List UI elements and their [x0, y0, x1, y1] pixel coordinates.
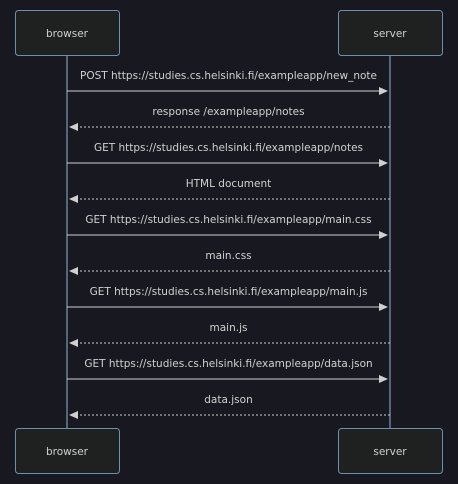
message-label: main.js — [210, 322, 248, 334]
arrowhead-icon — [379, 231, 388, 239]
sequence-diagram: browser browser server server POST https://s… — [15, 10, 443, 474]
arrowhead-icon — [379, 87, 388, 95]
message-label: main.css — [205, 250, 251, 262]
arrowhead-icon — [69, 195, 78, 203]
message-label: HTML document — [186, 178, 272, 190]
message-label: POST https://studies.cs.helsinki.fi/exam… — [80, 70, 377, 82]
participant-label-browser-bottom: browser — [46, 446, 89, 458]
arrowhead-icon — [379, 375, 388, 383]
participant-label-browser-top: browser — [46, 28, 89, 40]
message-label: response /exampleapp/notes — [152, 106, 304, 118]
arrowhead-icon — [69, 339, 78, 347]
arrowhead-icon — [379, 159, 388, 167]
message-label: GET https://studies.cs.helsinki.fi/examp… — [94, 142, 363, 154]
arrowhead-icon — [69, 411, 78, 419]
arrowhead-icon — [69, 123, 78, 131]
message-label: GET https://studies.cs.helsinki.fi/examp… — [84, 358, 372, 370]
arrowhead-icon — [379, 303, 388, 311]
message-label: GET https://studies.cs.helsinki.fi/examp… — [85, 214, 371, 226]
arrowhead-icon — [69, 267, 78, 275]
message-label: GET https://studies.cs.helsinki.fi/examp… — [90, 286, 368, 298]
participant-label-server-bottom: server — [373, 446, 407, 458]
participant-label-server-top: server — [373, 28, 407, 40]
message-label: data.json — [204, 394, 252, 406]
